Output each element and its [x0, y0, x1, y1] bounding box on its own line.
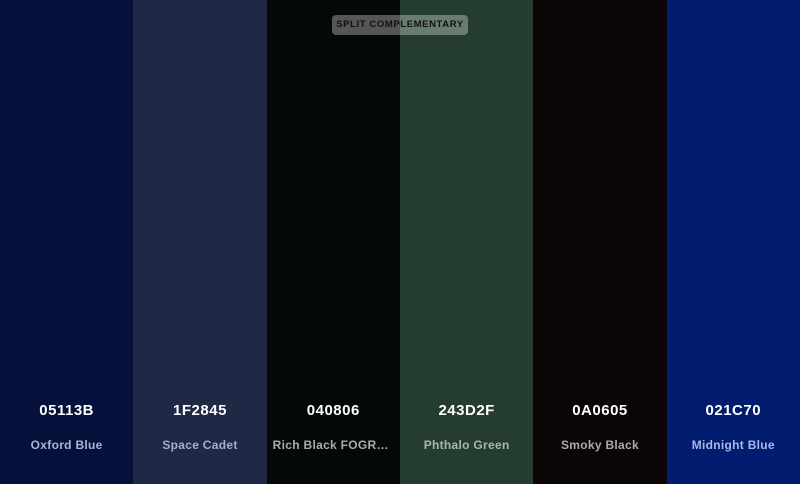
- swatch-midnight-blue[interactable]: 021C70 Midnight Blue: [666, 0, 800, 484]
- swatch-phthalo-green[interactable]: 243D2F Phthalo Green: [399, 0, 534, 484]
- swatch-hex-code[interactable]: 05113B: [0, 402, 133, 419]
- swatch-color-name: Midnight Blue: [691, 438, 775, 452]
- color-palette: 05113B Oxford Blue 1F2845 Space Cadet 04…: [0, 0, 800, 484]
- swatch-color-name: Smoky Black: [560, 438, 639, 452]
- swatch-space-cadet[interactable]: 1F2845 Space Cadet: [133, 0, 267, 484]
- scheme-type-badge: SPLIT COMPLEMENTARY: [332, 15, 468, 35]
- swatch-hex-code[interactable]: 040806: [267, 402, 400, 419]
- swatch-hex-code[interactable]: 0A0605: [533, 402, 666, 419]
- swatch-hex-code[interactable]: 021C70: [667, 402, 800, 419]
- swatch-smoky-black[interactable]: 0A0605 Smoky Black: [533, 0, 667, 484]
- swatch-color-name: Oxford Blue: [30, 438, 103, 452]
- swatch-hex-code[interactable]: 1F2845: [133, 402, 266, 419]
- swatch-color-name: Rich Black FOGRA 29: [272, 438, 394, 452]
- swatch-rich-black-fogra[interactable]: 040806 Rich Black FOGRA 29: [266, 0, 400, 484]
- swatch-oxford-blue[interactable]: 05113B Oxford Blue: [0, 0, 134, 484]
- swatch-color-name: Phthalo Green: [423, 438, 510, 452]
- swatch-color-name: Space Cadet: [162, 438, 238, 452]
- swatch-hex-code[interactable]: 243D2F: [400, 402, 533, 419]
